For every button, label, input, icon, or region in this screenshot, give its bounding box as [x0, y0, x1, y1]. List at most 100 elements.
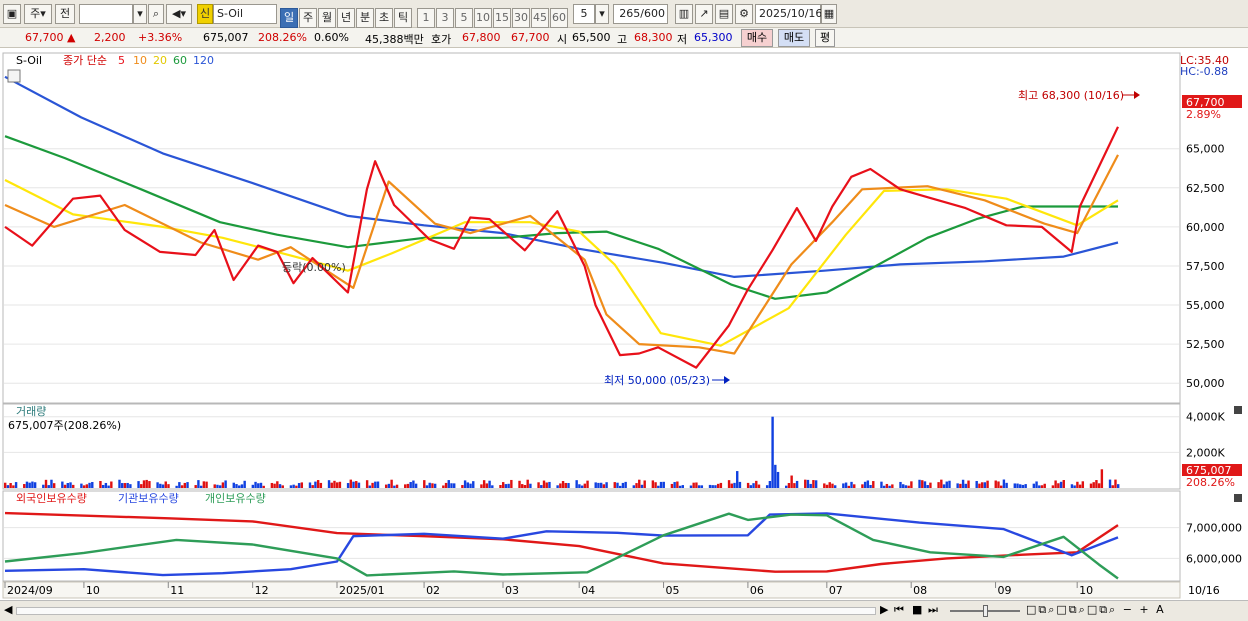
- volume-bar: [6, 485, 10, 488]
- interval-60[interactable]: 60: [550, 8, 568, 28]
- tab-minute[interactable]: 분: [356, 8, 374, 28]
- volume-bar: [1002, 479, 1006, 488]
- save-icon[interactable]: ▤: [715, 4, 733, 24]
- volume-bar: [1040, 485, 1044, 488]
- interval-input[interactable]: 5: [573, 4, 595, 24]
- volume-bar: [101, 484, 105, 488]
- volume-bar: [1114, 479, 1117, 488]
- interval-3[interactable]: 3: [436, 8, 454, 28]
- volume-value-label: 675,007주(208.26%): [8, 419, 121, 432]
- up-arrow-icon: ▲: [67, 31, 76, 44]
- candle-icon[interactable]: ▥: [675, 4, 693, 24]
- volume-bar: [371, 482, 374, 488]
- volume-bar: [918, 479, 921, 488]
- volume-bar: [63, 484, 67, 488]
- tab-day[interactable]: 일: [280, 8, 298, 28]
- volume-bar: [942, 484, 946, 488]
- chart-area[interactable]: 65,000 62,500 60,000 57,500 55,000 52,500 50,0…: [0, 48, 1248, 600]
- volume-bar: [921, 480, 924, 488]
- sound-icon[interactable]: ◀▾: [166, 4, 192, 24]
- x-tick-label: 07: [829, 584, 843, 597]
- code-dropdown-icon[interactable]: ▾: [133, 4, 147, 24]
- stock-code-input[interactable]: 010950: [79, 4, 133, 24]
- volume-bar: [1005, 482, 1008, 488]
- chart-menu-icon[interactable]: [7, 69, 21, 83]
- volume-panel-close-icon[interactable]: [1234, 406, 1242, 414]
- mid-annotation: 등락(0.00%): [282, 261, 346, 274]
- volume-bar: [289, 485, 293, 488]
- search-icon[interactable]: ⌕: [148, 4, 164, 24]
- volume-bar: [697, 485, 701, 488]
- interval-45[interactable]: 45: [531, 8, 549, 28]
- volume-bar: [738, 481, 742, 488]
- volume-bar: [730, 483, 733, 488]
- interval-10[interactable]: 10: [474, 8, 492, 28]
- x-tick-label: 10: [86, 584, 100, 597]
- tab-second[interactable]: 초: [375, 8, 393, 28]
- forward-icon[interactable]: ⏭: [928, 603, 938, 617]
- stop-icon[interactable]: ■: [912, 603, 922, 616]
- volume-bar: [178, 482, 181, 488]
- prev-button[interactable]: 전: [55, 4, 75, 24]
- volume-bar: [825, 484, 829, 488]
- calendar-icon[interactable]: ▦: [821, 4, 837, 24]
- tab-tick[interactable]: 틱: [394, 8, 412, 28]
- volume-bar: [907, 485, 910, 488]
- volume-bar: [1108, 479, 1112, 488]
- scroll-right-button[interactable]: ▶: [880, 603, 888, 616]
- price-tick-label: 60,000: [1186, 221, 1225, 234]
- interval-dropdown-icon[interactable]: ▾: [595, 4, 609, 24]
- volume-bar: [488, 480, 491, 488]
- layout-icon[interactable]: ▣: [3, 4, 21, 24]
- legend-base: 종가 단순: [63, 54, 107, 67]
- volume-last-pct: 208.26%: [1186, 476, 1235, 489]
- tab-year[interactable]: 년: [337, 8, 355, 28]
- holdings-panel-close-icon[interactable]: [1234, 494, 1242, 502]
- volume-bar: [123, 483, 127, 488]
- volume-bar: [994, 480, 997, 488]
- interval-15[interactable]: 15: [493, 8, 511, 28]
- scroll-track[interactable]: [16, 607, 876, 615]
- tab-week[interactable]: 주: [299, 8, 317, 28]
- volume-bar: [795, 480, 799, 488]
- tab-month[interactable]: 월: [318, 8, 336, 28]
- volume-bar: [529, 483, 532, 488]
- volume-bar: [240, 484, 244, 488]
- volume-bar: [882, 485, 886, 488]
- volume-bar: [902, 484, 905, 488]
- draw-icon[interactable]: ↗: [695, 4, 713, 24]
- volume-bar: [983, 482, 987, 488]
- volume-bar: [270, 482, 274, 488]
- volume-bar: [749, 485, 753, 488]
- sell-button[interactable]: 매도: [778, 29, 810, 47]
- count-field[interactable]: 265/600: [613, 4, 668, 24]
- volume-bar: [654, 482, 657, 488]
- scroll-left-button[interactable]: ◀: [4, 603, 12, 616]
- volume-bar: [308, 482, 312, 488]
- volume-bar: [88, 482, 91, 488]
- volume-bar: [700, 485, 704, 488]
- view-tools-icon[interactable]: □⧉⌕□⧉⌕□⧉⌕ − + A: [1026, 603, 1166, 617]
- volume-bar: [863, 481, 867, 488]
- zoom-handle[interactable]: [983, 605, 988, 617]
- interval-5[interactable]: 5: [455, 8, 473, 28]
- volume-bar: [425, 485, 429, 488]
- period-main-select[interactable]: 주▾: [24, 4, 52, 24]
- eval-button[interactable]: 평: [815, 29, 835, 47]
- interval-1[interactable]: 1: [417, 8, 435, 28]
- volume-bar: [9, 483, 12, 488]
- volume-bar: [940, 479, 943, 488]
- buy-button[interactable]: 매수: [741, 29, 773, 47]
- volume-bar: [404, 484, 407, 488]
- volume-bar: [790, 475, 793, 488]
- volume-bar: [1043, 483, 1046, 488]
- interval-30[interactable]: 30: [512, 8, 530, 28]
- gear-icon[interactable]: ⚙: [735, 4, 753, 24]
- volume-bar: [107, 485, 110, 488]
- rewind-icon[interactable]: ⏮: [894, 603, 904, 617]
- volume-bar: [480, 484, 483, 488]
- volume-bar: [499, 485, 502, 488]
- date-field[interactable]: 2025/10/16: [755, 4, 822, 24]
- volume-bar: [850, 481, 853, 488]
- volume-bar: [140, 484, 143, 488]
